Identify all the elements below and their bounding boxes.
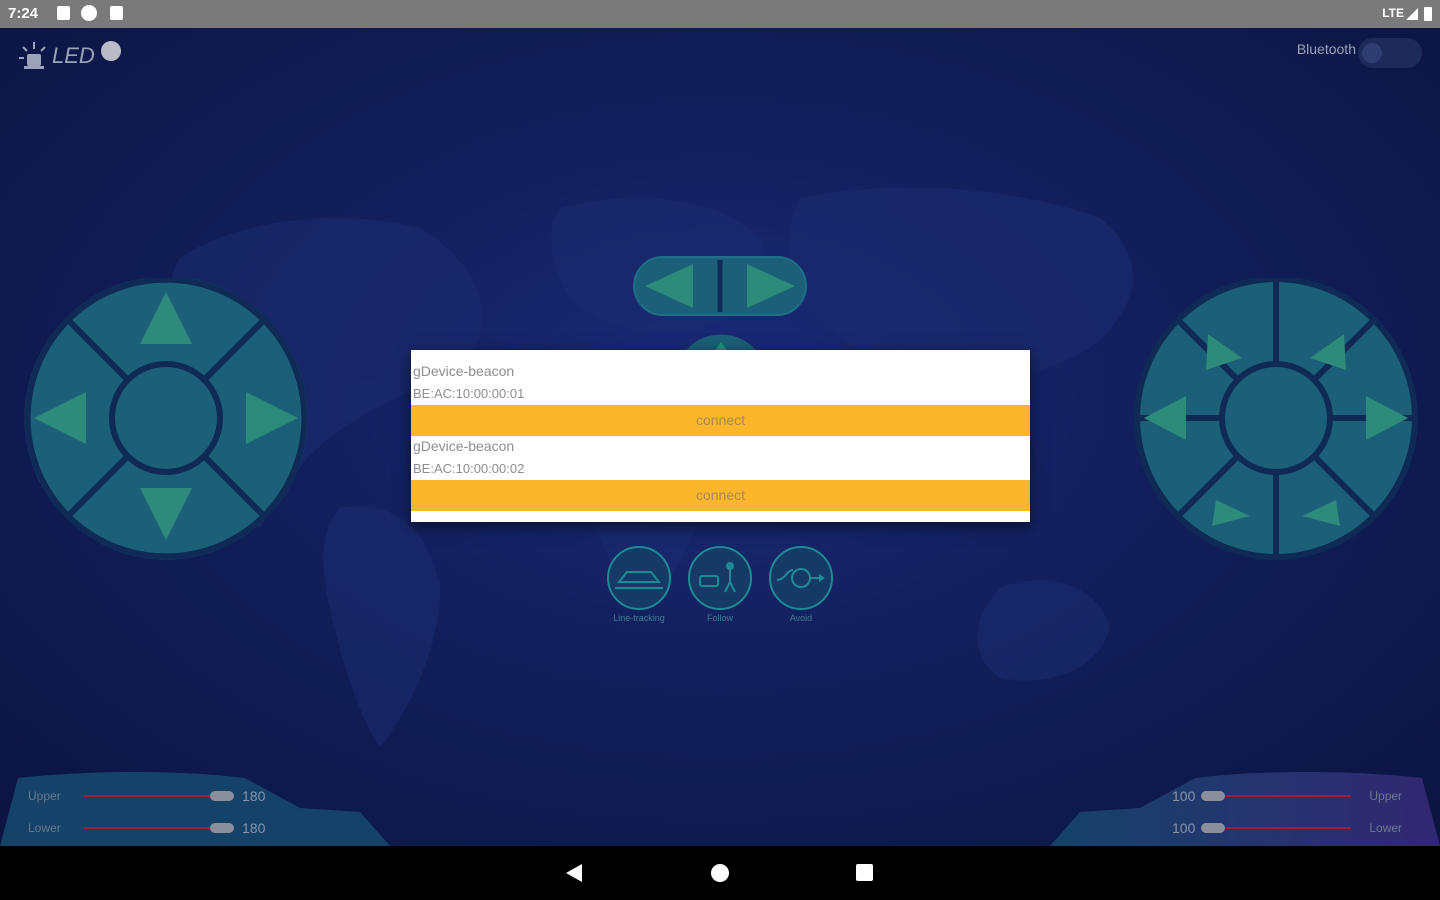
device-address: BE:AC:10:00:00:02	[413, 461, 525, 476]
navigation-bar	[0, 846, 1440, 900]
slider-thumb[interactable]	[210, 823, 234, 833]
mode-avoid[interactable]: Avoid	[768, 546, 834, 623]
right-pad-center	[1219, 361, 1333, 475]
slider-label: Lower	[1369, 821, 1403, 835]
connect-button[interactable]: connect	[411, 480, 1030, 511]
device-list-dialog: gDevice-beacon BE:AC:10:00:00:01 connect…	[411, 350, 1030, 522]
device-name: gDevice-beacon	[413, 438, 515, 454]
led-label: LED	[52, 43, 95, 68]
left-lower-slider[interactable]: Lower 180	[28, 820, 265, 836]
avoid-obstacle-icon	[769, 546, 833, 610]
center-rotate-pad[interactable]	[633, 256, 807, 316]
mode-line-tracking[interactable]: Line-tracking	[606, 546, 672, 623]
device-address: BE:AC:10:00:00:01	[413, 386, 525, 401]
slider-label: Upper	[28, 789, 61, 803]
recent-apps-icon[interactable]	[856, 864, 873, 881]
mode-label: Line-tracking	[613, 613, 665, 623]
led-status-dot	[100, 41, 121, 61]
device-item: gDevice-beacon BE:AC:10:00:00:01 connect	[411, 350, 1030, 436]
home-icon[interactable]	[711, 864, 729, 882]
led-toggle[interactable]: LED	[18, 38, 121, 74]
slider-value: 100	[1172, 820, 1196, 836]
mode-follow[interactable]: Follow	[687, 546, 753, 623]
device-name: gDevice-beacon	[413, 363, 515, 379]
siren-icon	[19, 42, 46, 69]
slider-label: Upper	[1369, 789, 1403, 803]
slider-track	[1225, 795, 1352, 797]
slider-thumb[interactable]	[1201, 823, 1226, 833]
device-item: gDevice-beacon BE:AC:10:00:00:02 connect	[411, 425, 1030, 511]
follow-person-icon	[688, 546, 752, 610]
sd-card-icon	[110, 6, 123, 20]
slider-track	[1225, 827, 1352, 829]
left-upper-slider[interactable]: Upper 180	[28, 788, 265, 804]
back-icon[interactable]	[566, 864, 582, 882]
slider-thumb[interactable]	[1201, 791, 1226, 801]
bluetooth-label: Bluetooth	[1296, 41, 1356, 57]
mode-label: Avoid	[789, 613, 813, 623]
right-direction-pad	[1133, 278, 1419, 560]
signal-icon	[1406, 8, 1418, 20]
bluetooth-switch[interactable]	[1358, 38, 1422, 68]
left-direction-pad	[24, 278, 308, 560]
slider-value: 180	[242, 788, 266, 804]
battery-icon	[1424, 7, 1432, 21]
slider-value: 180	[242, 820, 266, 836]
bluetooth-switch-knob	[1362, 43, 1382, 63]
slider-track	[84, 795, 210, 797]
slider-label: Lower	[28, 821, 61, 835]
mode-label: Follow	[706, 613, 733, 623]
pocket-icon	[81, 5, 97, 21]
slider-value: 100	[1172, 788, 1196, 804]
car-line-icon	[607, 546, 671, 610]
left-pad-center	[109, 361, 223, 475]
clock: 7:24	[8, 5, 39, 22]
slider-track	[84, 827, 210, 829]
right-upper-slider[interactable]: 100 Upper	[1172, 788, 1402, 804]
network-type: LTE	[1382, 6, 1404, 20]
right-lower-slider[interactable]: 100 Lower	[1172, 820, 1402, 836]
slider-thumb[interactable]	[210, 791, 234, 801]
notification-icon	[57, 6, 70, 20]
status-bar: 7:24 LTE	[0, 0, 1440, 28]
